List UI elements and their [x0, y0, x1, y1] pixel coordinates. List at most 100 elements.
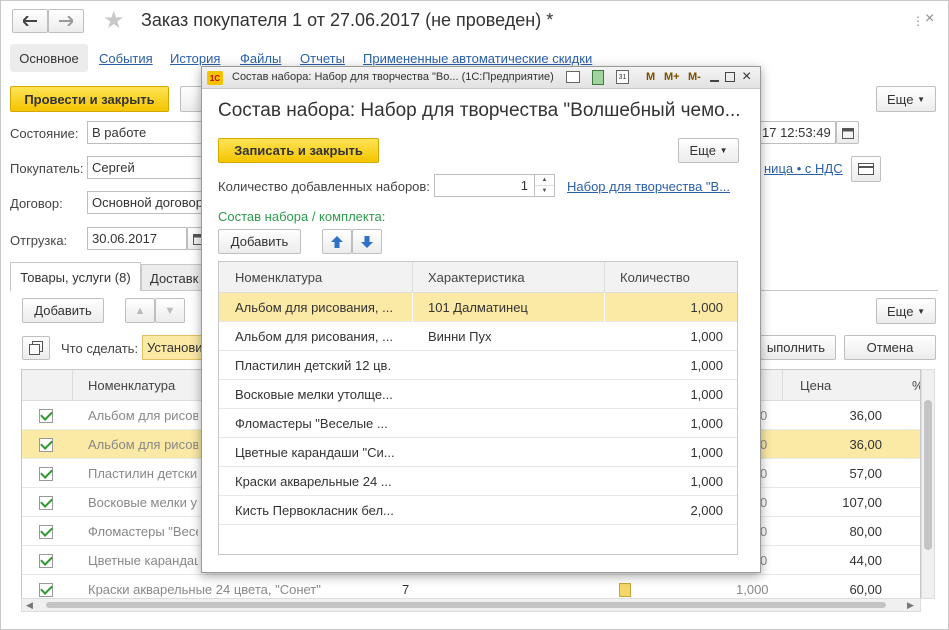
- goods-move-down-button[interactable]: ▼: [155, 298, 185, 323]
- arrow-left-icon: [23, 16, 37, 26]
- save-close-button[interactable]: Записать и закрыть: [218, 138, 379, 163]
- dialog-heading: Состав набора: Набор для творчества "Вол…: [218, 100, 741, 121]
- table-row[interactable]: Пластилин детский 12 цв. 1,000: [219, 351, 737, 380]
- col-percent[interactable]: %: [912, 378, 920, 393]
- cancel-button[interactable]: Отмена: [844, 335, 936, 360]
- section-label: Состав набора / комплекта:: [218, 209, 386, 224]
- table-row[interactable]: Фломастеры "Веселые ... 1,000: [219, 409, 737, 438]
- status-field[interactable]: В работе: [87, 121, 207, 144]
- kit-link[interactable]: Набор для творчества "В...: [567, 179, 730, 194]
- todo-field[interactable]: Установи: [142, 335, 207, 360]
- table-row[interactable]: Краски акварельные 24 ... 1,000: [219, 467, 737, 496]
- contract-label: Договор:: [10, 196, 63, 211]
- table-row[interactable]: Цветные карандаши "Си... 1,000: [219, 438, 737, 467]
- count-label: Количество добавленных наборов:: [218, 179, 430, 194]
- buyer-field[interactable]: Сергей: [87, 156, 207, 179]
- col-quantity[interactable]: Количество: [620, 270, 690, 285]
- col-characteristic[interactable]: Характеристика: [428, 270, 525, 285]
- table-row[interactable]: Альбом для рисования, ... Винни Пух 1,00…: [219, 322, 737, 351]
- tab-goods[interactable]: Товары, услуги (8): [10, 262, 141, 291]
- vertical-scrollbar[interactable]: [921, 369, 935, 599]
- checkbox[interactable]: [39, 437, 53, 452]
- stepper-up-icon[interactable]: ▲: [535, 175, 554, 186]
- arrow-up-icon: ▲: [134, 304, 146, 317]
- memory-m-button[interactable]: M: [646, 71, 655, 83]
- tab-main[interactable]: Основное: [10, 44, 88, 72]
- scrollbar-thumb[interactable]: [924, 400, 932, 550]
- checkbox[interactable]: [39, 408, 53, 423]
- vat-link[interactable]: ница • с НДС: [764, 161, 843, 176]
- more-button[interactable]: Еще ▼: [876, 86, 936, 112]
- arrow-up-icon: [331, 235, 343, 248]
- goods-more-button[interactable]: Еще ▼: [876, 298, 936, 324]
- dialog-title: Состав набора: Набор для творчества "Во.…: [232, 71, 554, 83]
- goods-move-up-button[interactable]: ▲: [125, 298, 155, 323]
- checkbox[interactable]: [39, 466, 53, 481]
- calendar-icon[interactable]: 31: [616, 70, 629, 84]
- post-close-button[interactable]: Провести и закрыть: [10, 86, 169, 112]
- favorite-star-icon[interactable]: ★: [103, 9, 125, 33]
- checkbox[interactable]: [39, 553, 53, 568]
- kit-table-header: Номенклатура Характеристика Количество: [219, 262, 737, 293]
- kit-table: Номенклатура Характеристика Количество А…: [218, 261, 738, 555]
- copy-button[interactable]: [22, 336, 50, 360]
- kit-dialog: 1С Состав набора: Набор для творчества "…: [201, 66, 761, 573]
- calculator-icon[interactable]: [592, 70, 604, 85]
- arrow-down-icon: [361, 235, 373, 248]
- table-row[interactable]: Кисть Первокласник бел... 2,000: [219, 496, 737, 525]
- minimize-icon[interactable]: [710, 80, 719, 82]
- dialog-more-button[interactable]: Еще ▼: [678, 138, 739, 163]
- back-button[interactable]: [12, 9, 48, 33]
- tab-reports[interactable]: Отчеты: [300, 51, 345, 66]
- card-icon: [858, 163, 874, 175]
- table-row[interactable]: Альбом для рисования, ... 101 Далматинец…: [219, 293, 737, 322]
- count-field[interactable]: 1: [434, 174, 535, 197]
- print-icon[interactable]: [566, 71, 580, 83]
- close-icon[interactable]: ×: [925, 10, 934, 28]
- tab-events[interactable]: События: [99, 51, 153, 66]
- checkbox[interactable]: [39, 495, 53, 510]
- shipment-label: Отгрузка:: [10, 233, 68, 248]
- status-label: Состояние:: [10, 126, 79, 141]
- dialog-add-button[interactable]: Добавить: [218, 229, 301, 254]
- tab-files[interactable]: Файлы: [240, 51, 281, 66]
- dialog-titlebar: 1С Состав набора: Набор для творчества "…: [202, 67, 760, 89]
- chevron-down-icon: ▼: [719, 146, 728, 155]
- count-stepper[interactable]: ▲ ▼: [535, 174, 555, 197]
- checkbox[interactable]: [39, 582, 53, 597]
- scroll-right-icon[interactable]: ▶: [907, 600, 914, 611]
- shipment-field[interactable]: 30.06.2017: [87, 227, 187, 250]
- table-row[interactable]: Краски акварельные 24 цвета, "Сонет" 7 1…: [22, 575, 920, 598]
- forward-button[interactable]: [48, 9, 84, 33]
- window-title: Заказ покупателя 1 от 27.06.2017 (не про…: [141, 10, 554, 30]
- stepper-down-icon[interactable]: ▼: [535, 186, 554, 196]
- checkbox[interactable]: [39, 524, 53, 539]
- document-icon: [619, 575, 631, 598]
- calendar-button[interactable]: [836, 121, 859, 144]
- horizontal-scrollbar[interactable]: ◀ ▶: [21, 598, 921, 612]
- execute-button[interactable]: ыполнить: [760, 335, 836, 360]
- table-row[interactable]: Восковые мелки утолще... 1,000: [219, 380, 737, 409]
- dialog-move-up-button[interactable]: [322, 229, 352, 254]
- memory-mplus-button[interactable]: M+: [664, 71, 680, 83]
- goods-add-button[interactable]: Добавить: [22, 298, 104, 323]
- maximize-icon[interactable]: [725, 72, 735, 82]
- col-price[interactable]: Цена: [800, 378, 831, 393]
- dialog-close-icon[interactable]: ×: [742, 68, 751, 86]
- col-nomen[interactable]: Номенклатура: [235, 270, 322, 285]
- todo-label: Что сделать:: [61, 341, 139, 356]
- menu-icon[interactable]: ⋮: [912, 14, 924, 28]
- tab-history[interactable]: История: [170, 51, 220, 66]
- date-field[interactable]: 17 12:53:49: [758, 121, 836, 144]
- scrollbar-thumb[interactable]: [46, 602, 886, 608]
- memory-mminus-button[interactable]: M-: [688, 71, 701, 83]
- chevron-down-icon: ▼: [917, 94, 925, 104]
- tab-discounts[interactable]: Примененные автоматические скидки: [363, 51, 592, 66]
- contract-field[interactable]: Основной договор: [87, 191, 207, 214]
- arrow-down-icon: ▼: [164, 304, 176, 317]
- calendar-icon: [841, 127, 854, 139]
- col-nomen[interactable]: Номенклатура: [88, 378, 175, 393]
- price-settings-button[interactable]: [851, 156, 881, 182]
- dialog-move-down-button[interactable]: [352, 229, 382, 254]
- scroll-left-icon[interactable]: ◀: [26, 600, 33, 611]
